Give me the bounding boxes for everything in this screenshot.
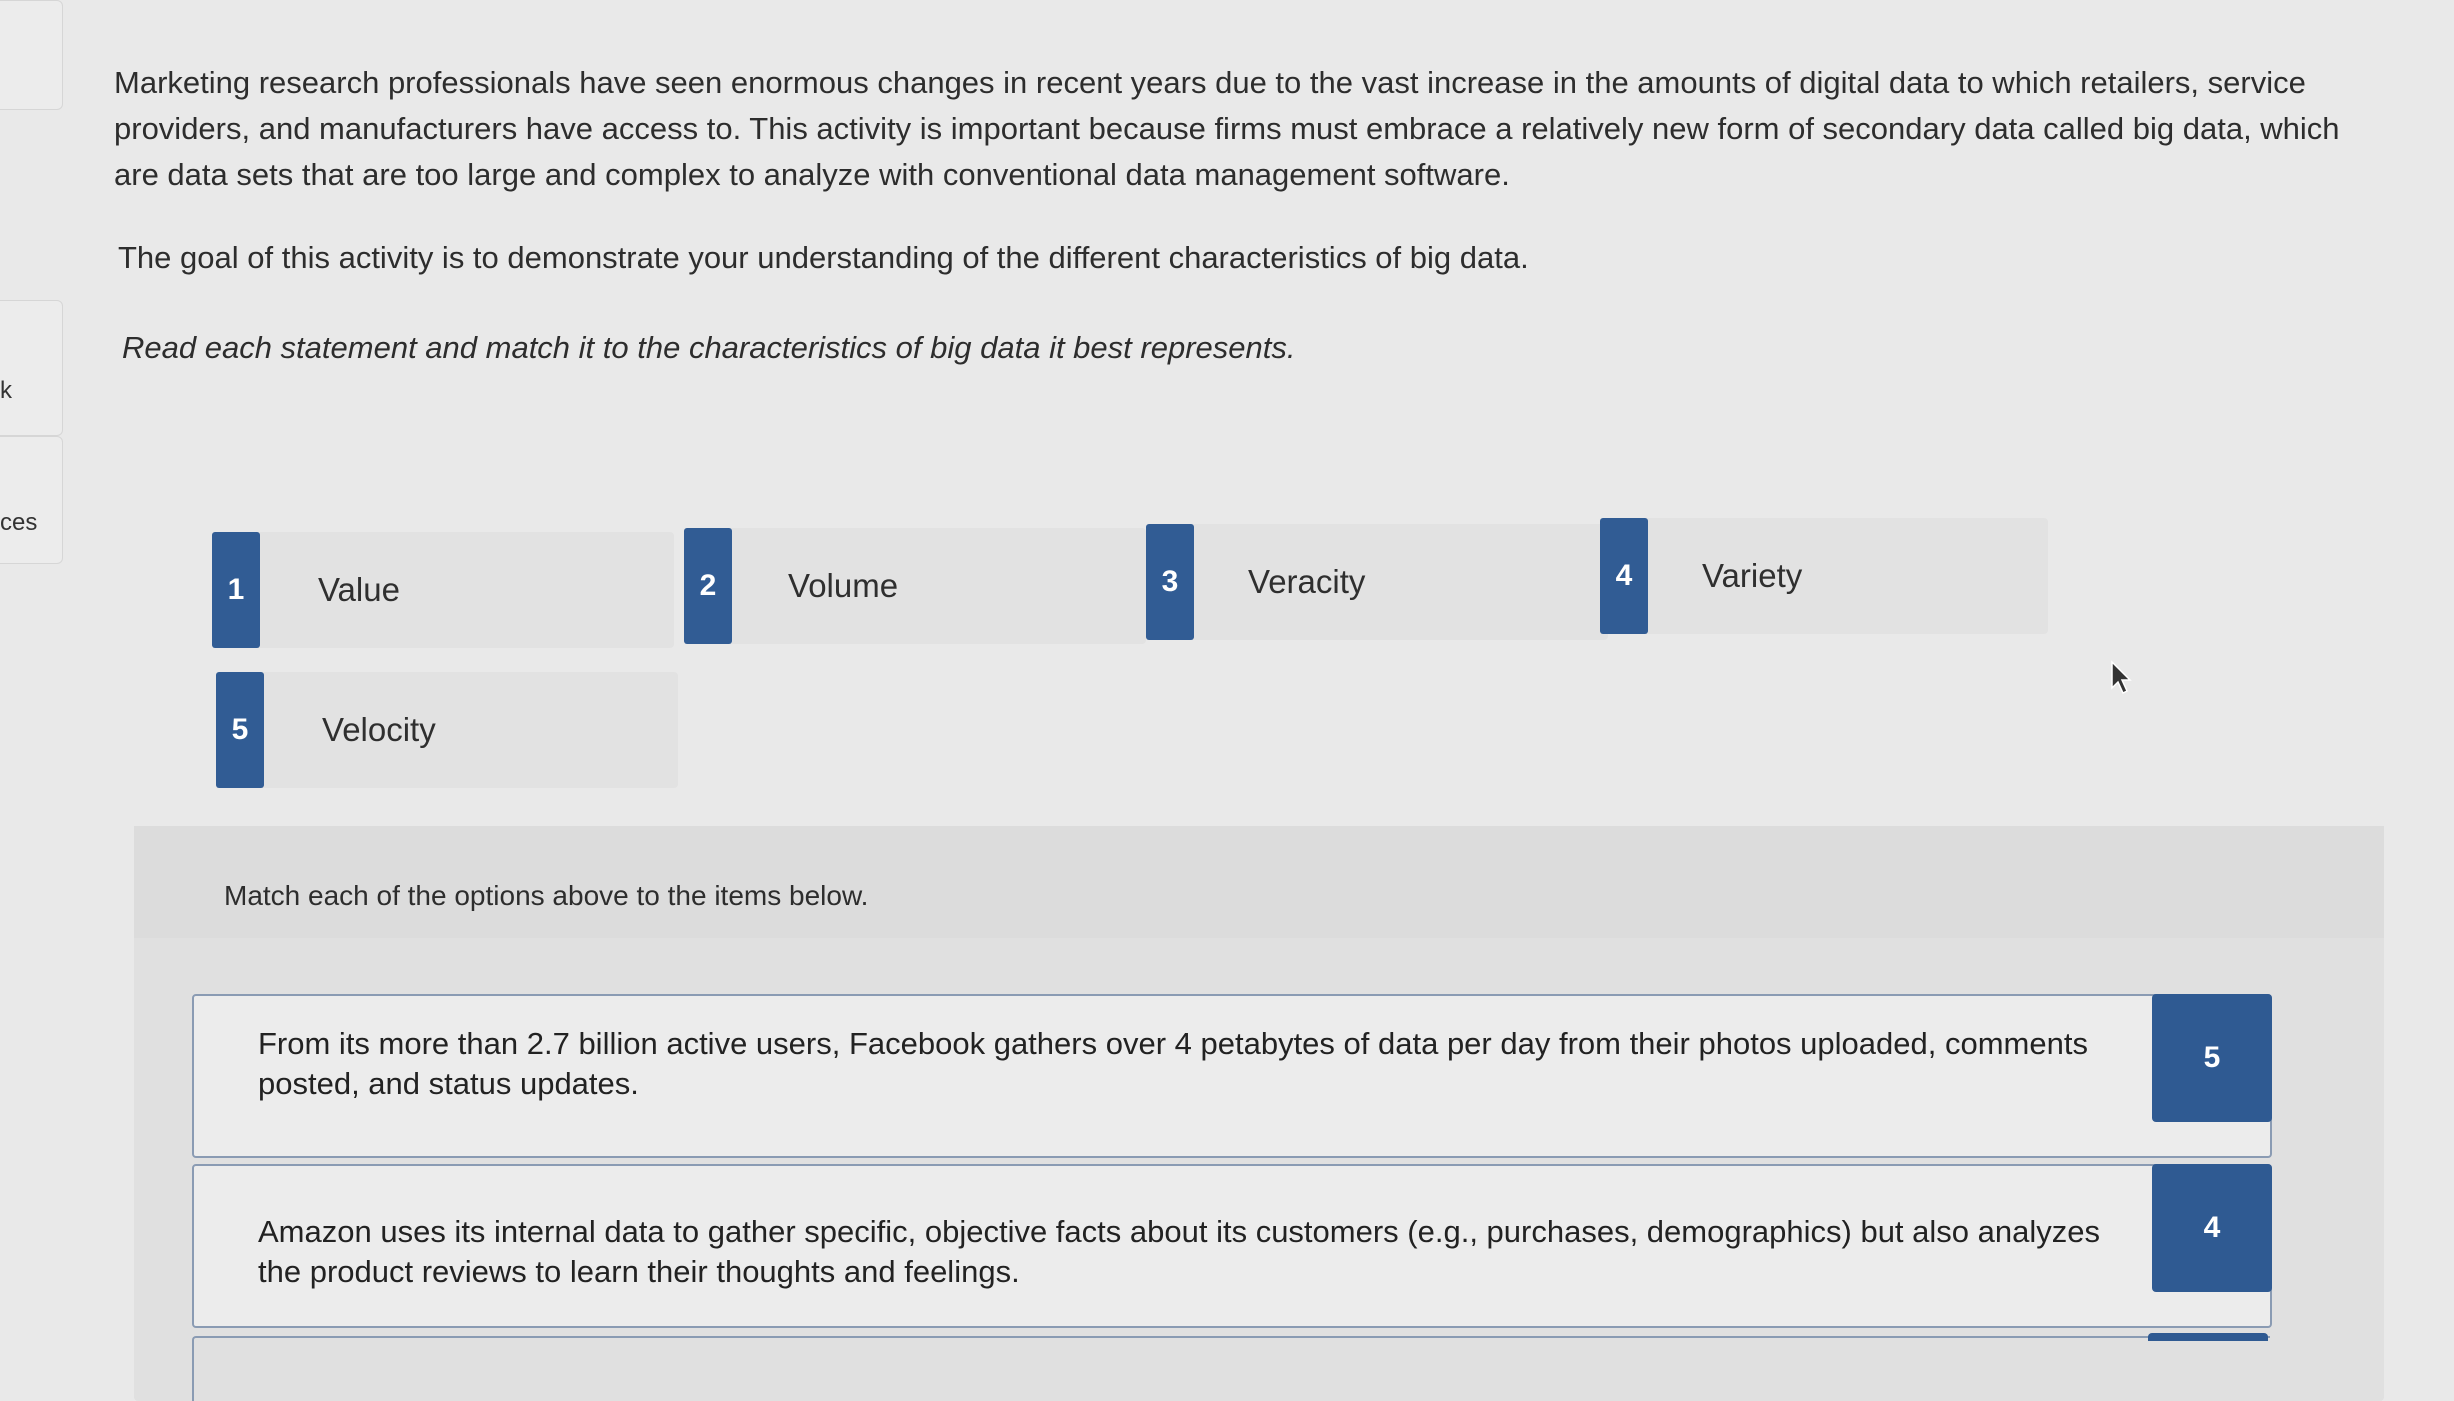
option-number-badge: 5 xyxy=(216,672,264,788)
option-number-badge: 1 xyxy=(212,532,260,648)
match-item[interactable]: Amazon uses its internal data to gather … xyxy=(192,1164,2272,1328)
direction-text: Read each statement and match it to the … xyxy=(122,330,1296,365)
activity-page: k ces Marketing research professionals h… xyxy=(0,0,2454,1401)
match-panel-header: Match each of the options above to the i… xyxy=(134,826,2384,938)
option-velocity[interactable]: 5 Velocity xyxy=(216,672,678,788)
goal-text: The goal of this activity is to demonstr… xyxy=(118,240,1529,275)
sidebar-label-k: k xyxy=(0,377,12,404)
mouse-pointer-icon xyxy=(2111,660,2132,695)
match-panel: Match each of the options above to the i… xyxy=(134,826,2384,1401)
match-item[interactable]: From its more than 2.7 billion active us… xyxy=(192,994,2272,1158)
intro-paragraph: Marketing research professionals have se… xyxy=(114,65,2340,192)
match-item-partial[interactable] xyxy=(192,1336,2270,1401)
sidebar-tab-top[interactable] xyxy=(0,0,63,110)
match-answer-slot[interactable]: 5 xyxy=(2152,994,2272,1122)
sidebar-tab-k[interactable]: k xyxy=(0,300,63,436)
match-instructions: Match each of the options above to the i… xyxy=(224,880,869,911)
option-volume[interactable]: 2 Volume xyxy=(684,528,1146,644)
match-statement: From its more than 2.7 billion active us… xyxy=(258,1026,2088,1101)
match-answer-slot-partial[interactable] xyxy=(2148,1333,2268,1341)
option-label: Volume xyxy=(788,567,899,604)
option-veracity[interactable]: 3 Veracity xyxy=(1146,524,1608,640)
match-answer-slot[interactable]: 4 xyxy=(2152,1164,2272,1292)
sidebar-label-resources: ces xyxy=(0,509,38,536)
option-number-badge: 2 xyxy=(684,528,732,644)
option-label: Variety xyxy=(1702,557,1803,594)
option-label: Veracity xyxy=(1248,563,1366,600)
option-value[interactable]: 1 Value xyxy=(212,532,674,648)
option-variety[interactable]: 4 Variety xyxy=(1600,518,2048,634)
sidebar-tab-resources[interactable]: ces xyxy=(0,436,63,564)
option-number-badge: 3 xyxy=(1146,524,1194,640)
option-number-badge: 4 xyxy=(1600,518,1648,634)
option-label: Velocity xyxy=(322,711,436,748)
match-statement: Amazon uses its internal data to gather … xyxy=(258,1214,2100,1289)
option-label: Value xyxy=(318,571,400,608)
